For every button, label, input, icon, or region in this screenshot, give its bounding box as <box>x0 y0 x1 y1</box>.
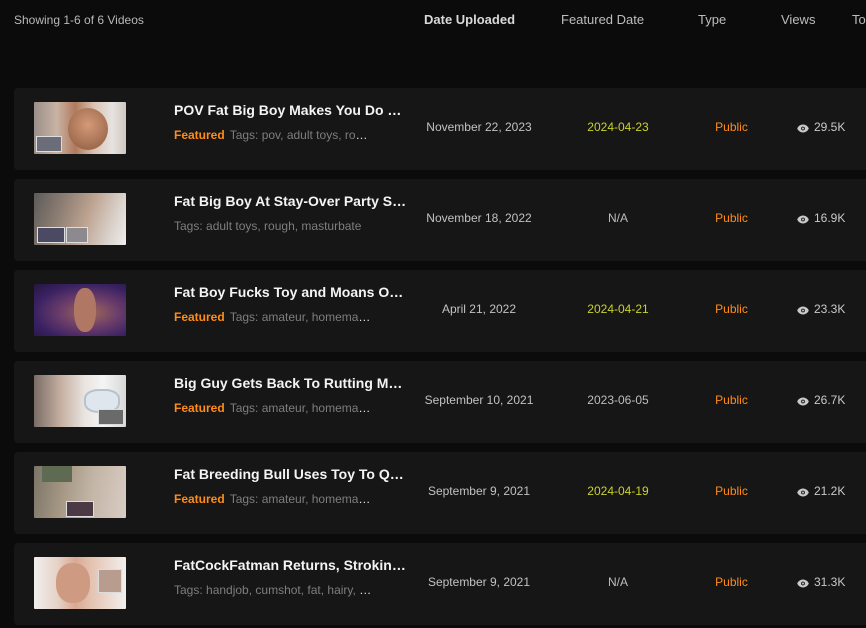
video-title[interactable]: Fat Big Boy At Stay-Over Party Stro... <box>174 193 409 209</box>
column-featured-date[interactable]: Featured Date <box>561 12 644 27</box>
view-count-value: 31.3K <box>814 575 846 589</box>
view-count: 16.9K <box>797 211 845 227</box>
featured-badge: Featured <box>174 401 225 415</box>
eye-icon <box>797 213 809 227</box>
view-count: 26.7K <box>797 393 845 409</box>
video-type: Public <box>715 302 748 316</box>
video-thumbnail[interactable] <box>34 102 126 154</box>
featured-date: 2023-06-05 <box>587 393 649 407</box>
featured-date: 2024-04-21 <box>587 302 649 316</box>
video-tags: Tags: amateur, homemad... <box>229 310 374 324</box>
eye-icon <box>797 395 809 409</box>
view-count-value: 16.9K <box>814 211 846 225</box>
eye-icon <box>797 577 809 591</box>
upload-date: September 10, 2021 <box>424 393 534 407</box>
video-row[interactable]: Big Guy Gets Back To Rutting Moun... Fea… <box>14 361 866 443</box>
column-truncated[interactable]: To <box>852 12 866 27</box>
eye-icon <box>797 486 809 500</box>
video-title[interactable]: POV Fat Big Boy Makes You Do Ora... <box>174 102 409 118</box>
upload-date: November 22, 2023 <box>426 120 532 134</box>
video-thumbnail[interactable] <box>34 557 126 609</box>
upload-date: September 9, 2021 <box>427 484 531 498</box>
featured-date: N/A <box>607 575 628 589</box>
video-thumbnail[interactable] <box>34 193 126 245</box>
video-type: Public <box>715 120 748 134</box>
video-title[interactable]: Fat Breeding Bull Uses Toy To Quen... <box>174 466 409 482</box>
column-views[interactable]: Views <box>781 12 815 27</box>
featured-badge: Featured <box>174 128 225 142</box>
view-count: 21.2K <box>797 484 845 500</box>
video-count: Showing 1-6 of 6 Videos <box>14 13 144 27</box>
column-type[interactable]: Type <box>698 12 726 27</box>
view-count-value: 29.5K <box>814 120 846 134</box>
video-meta: Featured Tags: pov, adult toys, roug... <box>174 128 374 142</box>
list-header: Showing 1-6 of 6 Videos Date Uploaded Fe… <box>0 0 866 42</box>
column-date-uploaded[interactable]: Date Uploaded <box>424 12 515 27</box>
video-tags: Tags: amateur, homemad... <box>229 492 374 506</box>
featured-date: 2024-04-23 <box>587 120 649 134</box>
video-row[interactable]: Fat Breeding Bull Uses Toy To Quen... Fe… <box>14 452 866 534</box>
view-count-value: 23.3K <box>814 302 846 316</box>
video-list-page: Showing 1-6 of 6 Videos Date Uploaded Fe… <box>0 0 866 628</box>
video-tags: Tags: pov, adult toys, roug... <box>229 128 374 142</box>
video-title[interactable]: Fat Boy Fucks Toy and Moans Out ... <box>174 284 409 300</box>
eye-icon <box>797 122 809 136</box>
upload-date: September 9, 2021 <box>427 575 531 589</box>
video-tags: Tags: adult toys, rough, masturbate <box>174 219 362 233</box>
video-thumbnail[interactable] <box>34 375 126 427</box>
upload-date: November 18, 2022 <box>426 211 532 225</box>
video-tags: Tags: handjob, cumshot, fat, hairy, b... <box>174 583 374 597</box>
view-count: 29.5K <box>797 120 845 136</box>
video-meta: Featured Tags: amateur, homemad... <box>174 401 374 415</box>
video-thumbnail[interactable] <box>34 284 126 336</box>
video-meta: Tags: handjob, cumshot, fat, hairy, b... <box>174 583 374 597</box>
video-meta: Tags: adult toys, rough, masturbate <box>174 219 374 233</box>
view-count: 23.3K <box>797 302 845 318</box>
upload-date: April 21, 2022 <box>441 302 517 316</box>
video-thumbnail[interactable] <box>34 466 126 518</box>
video-type: Public <box>715 211 748 225</box>
video-title[interactable]: FatCockFatman Returns, Stroking ... <box>174 557 409 573</box>
view-count: 31.3K <box>797 575 845 591</box>
video-tags: Tags: amateur, homemad... <box>229 401 374 415</box>
featured-badge: Featured <box>174 492 225 506</box>
video-title[interactable]: Big Guy Gets Back To Rutting Moun... <box>174 375 409 391</box>
video-row[interactable]: FatCockFatman Returns, Stroking ... Tags… <box>14 543 866 625</box>
video-type: Public <box>715 484 748 498</box>
view-count-value: 26.7K <box>814 393 846 407</box>
video-row[interactable]: Fat Boy Fucks Toy and Moans Out ... Feat… <box>14 270 866 352</box>
video-row[interactable]: POV Fat Big Boy Makes You Do Ora... Feat… <box>14 88 866 170</box>
eye-icon <box>797 304 809 318</box>
video-meta: Featured Tags: amateur, homemad... <box>174 492 374 506</box>
video-meta: Featured Tags: amateur, homemad... <box>174 310 374 324</box>
video-rows: POV Fat Big Boy Makes You Do Ora... Feat… <box>14 88 866 628</box>
view-count-value: 21.2K <box>814 484 846 498</box>
featured-date: 2024-04-19 <box>587 484 649 498</box>
featured-badge: Featured <box>174 310 225 324</box>
featured-date: N/A <box>607 211 628 225</box>
video-row[interactable]: Fat Big Boy At Stay-Over Party Stro... T… <box>14 179 866 261</box>
video-type: Public <box>715 575 748 589</box>
video-type: Public <box>715 393 748 407</box>
